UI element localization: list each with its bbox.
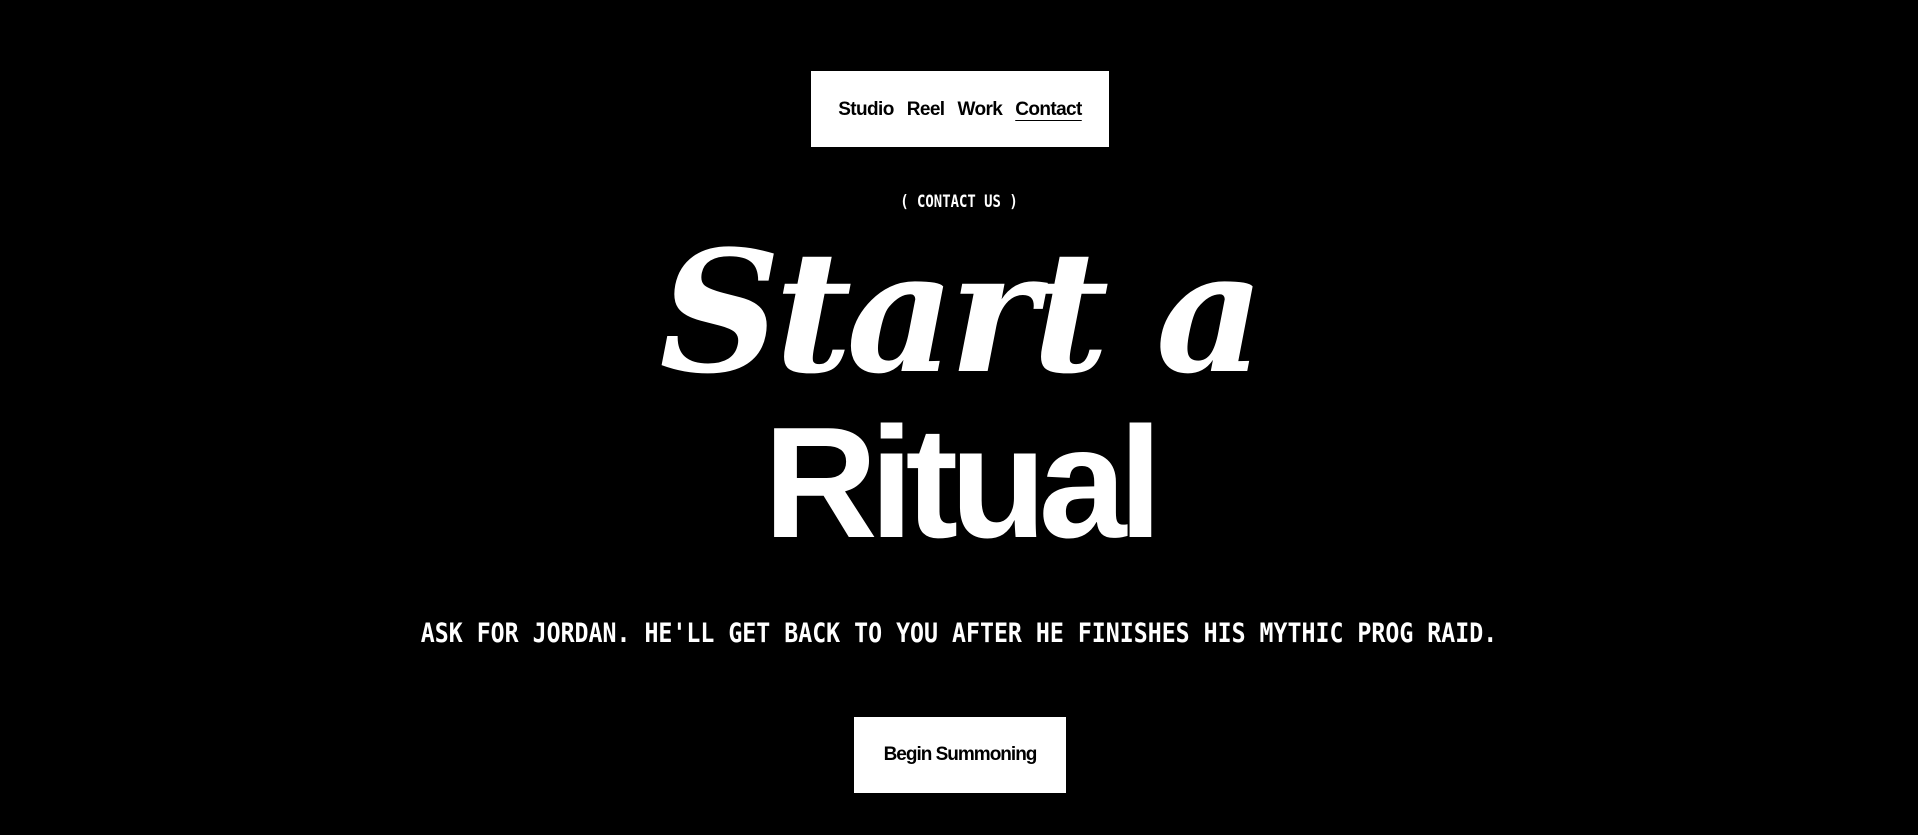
headline-line-sans: Ritual bbox=[763, 395, 1163, 571]
contact-tagline: ASK FOR JORDAN. HE'LL GET BACK TO YOU AF… bbox=[420, 618, 1498, 649]
nav-link-work[interactable]: Work bbox=[957, 100, 1002, 119]
nav-link-reel[interactable]: Reel bbox=[907, 100, 945, 119]
begin-summoning-button[interactable]: Begin Summoning bbox=[854, 717, 1066, 793]
headline-line-blackletter: Start a bbox=[659, 213, 1264, 411]
section-eyebrow: ( CONTACT US ) bbox=[900, 192, 1018, 212]
nav-link-contact[interactable]: Contact bbox=[1015, 100, 1082, 119]
nav-link-studio[interactable]: Studio bbox=[838, 100, 894, 119]
top-nav: Studio Reel Work Contact bbox=[811, 71, 1109, 147]
